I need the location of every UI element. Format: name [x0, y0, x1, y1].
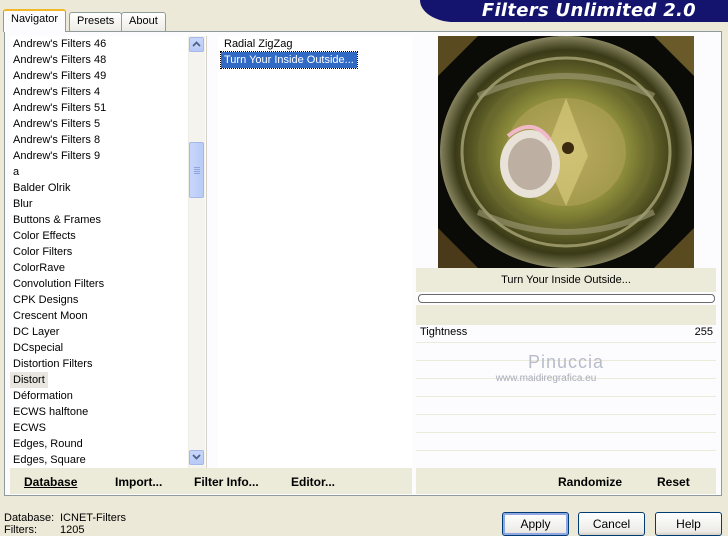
param-header	[416, 305, 716, 325]
category-item[interactable]: Andrew's Filters 46	[10, 36, 109, 52]
filter-item[interactable]: Turn Your Inside Outside...	[220, 51, 358, 69]
category-item[interactable]: Distort	[10, 372, 48, 388]
filter-info-button[interactable]: Filter Info...	[194, 474, 259, 490]
scroll-down-button[interactable]	[189, 450, 204, 465]
category-item[interactable]: Déformation	[10, 388, 76, 404]
scroll-thumb[interactable]	[189, 142, 204, 198]
status-filters-value: 1205	[60, 524, 85, 536]
category-item[interactable]: a	[10, 164, 22, 180]
import-button[interactable]: Import...	[115, 474, 162, 490]
status-database-label: Database:	[4, 512, 55, 524]
category-item[interactable]: Andrew's Filters 49	[10, 68, 109, 84]
category-item[interactable]: DCspecial	[10, 340, 66, 356]
category-item[interactable]: Andrew's Filters 8	[10, 132, 103, 148]
category-item[interactable]: Buttons & Frames	[10, 212, 104, 228]
category-list[interactable]: Andrew's Filters 46 Andrew's Filters 48 An…	[10, 36, 188, 468]
param-row-empty	[416, 433, 716, 451]
preview-filter-name: Turn Your Inside Outside...	[416, 268, 716, 292]
reset-button[interactable]: Reset	[657, 474, 690, 490]
category-item[interactable]: Balder Olrik	[10, 180, 73, 196]
preview-image	[438, 36, 694, 268]
category-item[interactable]: Distortion Filters	[10, 356, 95, 372]
tab-about[interactable]: About	[121, 12, 166, 31]
category-item[interactable]: Andrew's Filters 48	[10, 52, 109, 68]
progress-bar	[418, 294, 715, 303]
scroll-up-button[interactable]	[189, 37, 204, 52]
chevron-down-icon	[192, 454, 201, 460]
cancel-button[interactable]: Cancel	[578, 512, 645, 536]
category-scrollbar[interactable]	[188, 36, 205, 468]
apply-button[interactable]: Apply	[502, 512, 569, 536]
editor-button[interactable]: Editor...	[291, 474, 335, 490]
filter-preview	[438, 36, 694, 268]
category-item[interactable]: ColorRave	[10, 260, 68, 276]
status-filters-label: Filters:	[4, 524, 37, 536]
category-item[interactable]: Andrew's Filters 9	[10, 148, 103, 164]
watermark-url: www.maidiregrafica.eu	[495, 373, 597, 384]
category-item[interactable]: Andrew's Filters 51	[10, 100, 109, 116]
param-row-empty	[416, 415, 716, 433]
category-item[interactable]: Edges, Square	[10, 452, 89, 468]
category-item[interactable]: Andrew's Filters 5	[10, 116, 103, 132]
list-divider	[206, 36, 207, 468]
param-value: 255	[694, 326, 713, 338]
filter-list[interactable]: Radial ZigZag Turn Your Inside Outside...	[218, 36, 412, 468]
app-title-banner: Filters Unlimited 2.0	[420, 0, 728, 22]
category-item[interactable]: CPK Designs	[10, 292, 81, 308]
randomize-button[interactable]: Randomize	[558, 474, 622, 490]
category-item[interactable]: Convolution Filters	[10, 276, 107, 292]
category-item[interactable]: Blur	[10, 196, 36, 212]
param-row-tightness[interactable]: Tightness 255	[416, 325, 716, 343]
database-button[interactable]: Database	[24, 474, 77, 490]
status-database-value: ICNET-Filters	[60, 512, 126, 524]
tab-presets[interactable]: Presets	[69, 12, 123, 31]
param-label: Tightness	[420, 326, 468, 338]
category-item[interactable]: ECWS	[10, 420, 49, 436]
category-item[interactable]: DC Layer	[10, 324, 62, 340]
watermark-name: Pinuccia	[527, 352, 605, 372]
category-item[interactable]: Andrew's Filters 4	[10, 84, 103, 100]
category-item[interactable]: Color Filters	[10, 244, 75, 260]
category-item[interactable]: Edges, Round	[10, 436, 86, 452]
chevron-up-icon	[192, 41, 201, 47]
category-item[interactable]: ECWS halftone	[10, 404, 91, 420]
help-button[interactable]: Help	[655, 512, 722, 536]
param-row-empty	[416, 451, 716, 469]
category-item[interactable]: Crescent Moon	[10, 308, 91, 324]
filter-item[interactable]: Radial ZigZag	[221, 36, 295, 52]
tab-navigator[interactable]: Navigator	[3, 9, 67, 32]
category-item[interactable]: Color Effects	[10, 228, 79, 244]
param-row-empty	[416, 397, 716, 415]
